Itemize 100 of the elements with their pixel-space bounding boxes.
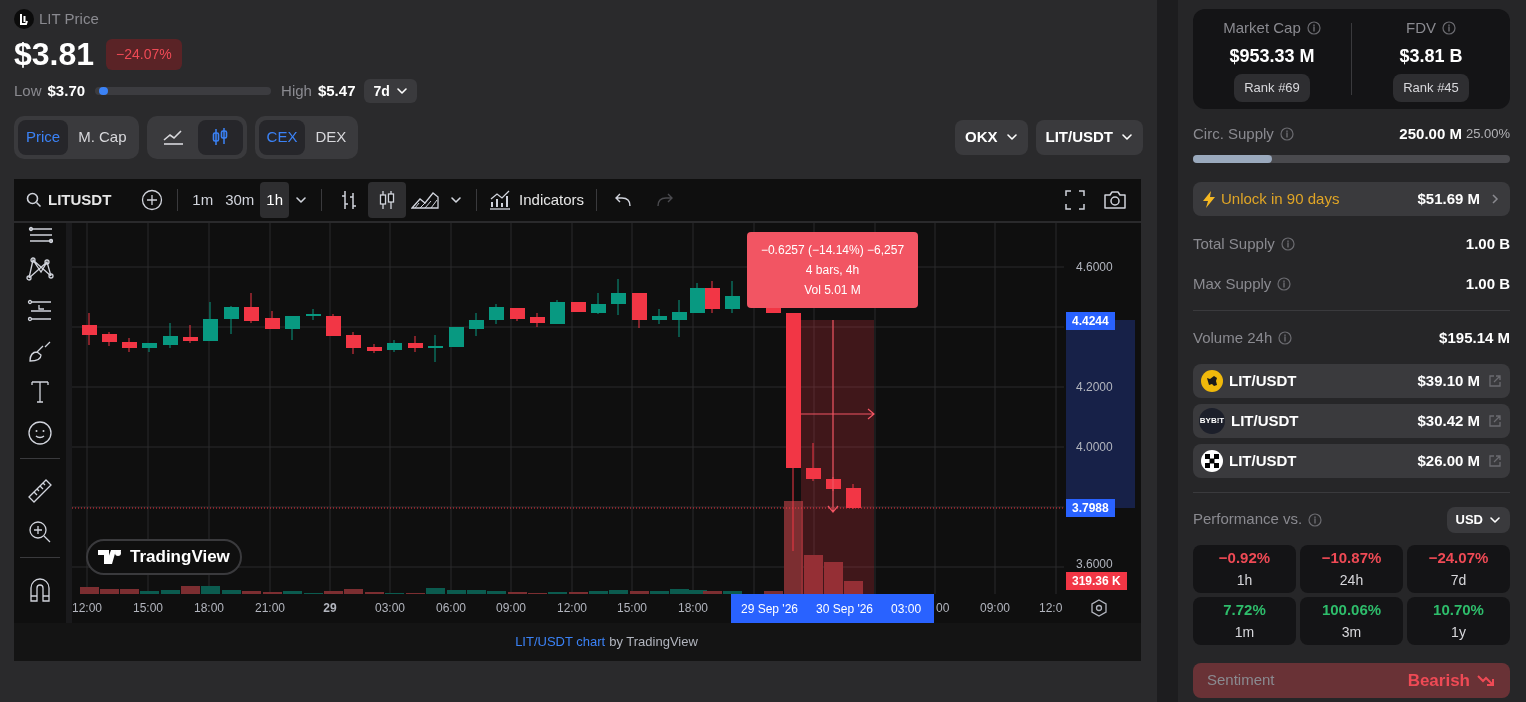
period-dropdown[interactable]: 7d (364, 79, 417, 103)
toggle-option[interactable]: Price (18, 119, 69, 155)
chart-type-button[interactable] (368, 182, 407, 218)
candle (846, 483, 861, 510)
candle (346, 331, 361, 355)
toggle-option[interactable]: CEX (258, 119, 306, 155)
chart-link[interactable]: LIT/USDT chart (515, 632, 606, 652)
time-tick: 18:00 (194, 601, 224, 615)
performance-period: 24h (1339, 570, 1364, 590)
magnet-icon (27, 577, 53, 603)
market-row[interactable]: LIT/USDT $26.00 M (1193, 444, 1510, 478)
settings-icon[interactable] (1090, 599, 1108, 617)
time-tick: 09:00 (980, 601, 1010, 615)
row-label: Volume 24h (1193, 327, 1273, 348)
stat-value: $3.81 B (1399, 45, 1463, 68)
candle (203, 301, 218, 342)
time-tick: 12:00 (557, 601, 587, 615)
price-tick: 4.6000 (1076, 260, 1113, 274)
info-icon (1279, 127, 1294, 141)
candle (224, 305, 239, 335)
candle (550, 299, 565, 325)
camera-icon (1103, 190, 1127, 210)
candle (306, 308, 321, 321)
attribution-text: by TradingView (609, 633, 698, 652)
price-tick: 3.6000 (1076, 557, 1113, 571)
price-marker: 4.4244 (1066, 312, 1115, 330)
candle (285, 315, 300, 341)
toggle-option[interactable]: M. Cap (70, 119, 135, 155)
candle (591, 292, 606, 315)
market-row[interactable]: LIT/USDT $39.10 M (1193, 364, 1510, 398)
time-tick: 12:0 (1039, 601, 1063, 615)
candle (244, 292, 259, 324)
low-label: Low (14, 80, 42, 101)
stat-value: $953.33 M (1229, 45, 1315, 68)
candle (806, 442, 821, 482)
tradingview-logo-icon (98, 550, 124, 564)
undo-icon (614, 193, 633, 207)
rank-badge: Rank #45 (1393, 74, 1469, 102)
candle (82, 312, 97, 346)
symbol-search[interactable]: LITUSDT (22, 182, 116, 218)
performance-value: 10.70% (1433, 600, 1484, 621)
time-tick: 03:00 (375, 601, 405, 615)
trend-down-icon (1476, 672, 1496, 689)
external-link-icon (1488, 374, 1502, 388)
candlestick-icon (211, 127, 230, 147)
token-title: LIT Price (39, 8, 99, 29)
indicators-button[interactable]: Indicators (485, 182, 589, 218)
unlock-row[interactable]: Unlock in 90 days $51.69 M (1193, 182, 1510, 216)
currency-dropdown[interactable]: USD (1446, 506, 1510, 533)
performance-period: 3m (1341, 622, 1362, 642)
badge-text: TradingView (130, 546, 230, 569)
market-row[interactable]: BYB!T LIT/USDT $30.42 M (1193, 404, 1510, 438)
candle (387, 339, 402, 353)
candle (367, 343, 382, 354)
candle (489, 303, 504, 325)
candle (571, 301, 586, 312)
row-percent: 25.00% (1465, 125, 1510, 144)
candle (428, 334, 443, 363)
interval-button[interactable]: 1m (186, 182, 220, 218)
toggle-option[interactable] (197, 119, 243, 155)
candle (611, 278, 626, 316)
candle (672, 299, 687, 338)
lines-icon (27, 225, 53, 245)
row-label: Circ. Supply (1193, 123, 1274, 144)
interval-button[interactable]: 1h (260, 182, 290, 218)
measure-text: −0.6257 (−14.14%) −6,257 (760, 242, 905, 258)
info-icon (1278, 331, 1293, 345)
redo-icon (656, 193, 675, 207)
token-logo-icon (14, 9, 34, 29)
row-label: Total Supply (1193, 233, 1275, 254)
performance-label: Performance vs. (1193, 509, 1303, 530)
info-icon (1280, 237, 1295, 251)
info-icon (1306, 20, 1321, 35)
time-tick: 12:00 (72, 601, 102, 615)
candle (632, 292, 647, 329)
time-tick: 09:00 (496, 601, 526, 615)
interval-button[interactable]: 30m (219, 182, 261, 218)
performance-value: −24.07% (1428, 548, 1489, 569)
pair-dropdown[interactable]: LIT/USDT (1035, 119, 1143, 155)
time-tick: 21:00 (255, 601, 285, 615)
pattern-nodes-icon (25, 256, 55, 282)
candle (408, 335, 423, 353)
candlestick-icon (378, 189, 397, 211)
info-icon (1277, 277, 1292, 291)
time-tick: 00 (936, 601, 950, 615)
candle (469, 312, 484, 337)
candle (163, 322, 178, 349)
measure-text: 4 bars, 4h (805, 262, 860, 278)
exchange-dropdown[interactable]: OKX (955, 119, 1028, 155)
toggle-option[interactable]: DEX (307, 119, 355, 155)
line-chart-icon (162, 128, 185, 146)
candle (826, 476, 841, 492)
time-label: 03:00 (891, 600, 922, 618)
indicators-icon (489, 190, 512, 210)
performance-period: 1m (1234, 622, 1255, 642)
chevron-right-icon (1490, 193, 1500, 205)
stat-label: FDV (1406, 17, 1436, 38)
caret-icon (395, 85, 408, 97)
info-icon (1308, 512, 1323, 527)
time-label: 29 Sep '26 (741, 600, 798, 618)
